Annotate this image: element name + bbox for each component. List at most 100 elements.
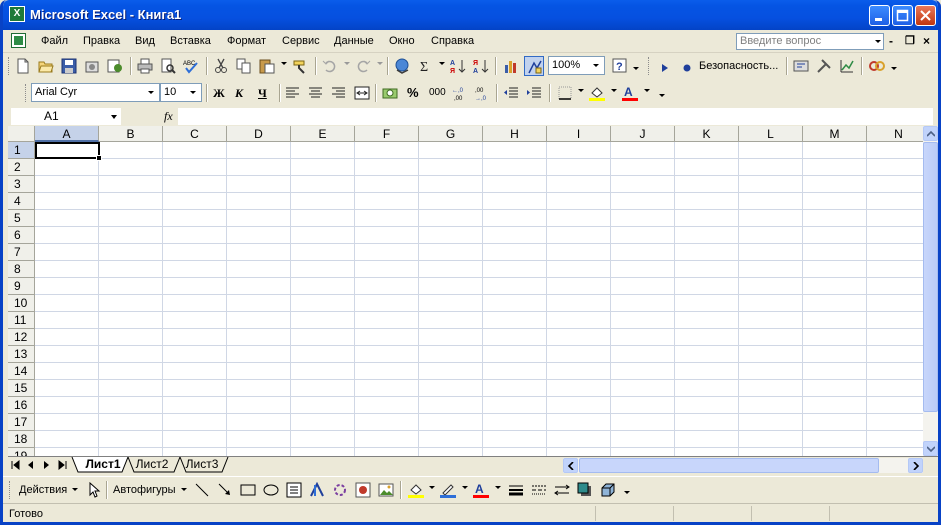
increase-decimal-icon[interactable]: ←,0,00: [450, 83, 470, 103]
row-header-3[interactable]: 3: [8, 176, 35, 193]
sheet-tab-2[interactable]: Лист2: [132, 457, 172, 473]
column-header-d[interactable]: D: [227, 126, 291, 142]
name-box[interactable]: A1: [11, 108, 121, 125]
undo-icon[interactable]: [320, 56, 340, 76]
row-header-10[interactable]: 10: [8, 295, 35, 312]
formula-input[interactable]: [178, 108, 933, 125]
column-header-e[interactable]: E: [291, 126, 355, 142]
open-icon[interactable]: [36, 56, 56, 76]
research-icon[interactable]: [867, 56, 887, 76]
fill-color-dropdown-icon[interactable]: [611, 89, 617, 92]
menu-insert[interactable]: Вставка: [170, 35, 211, 47]
control-toolbox-icon[interactable]: [791, 56, 811, 76]
menu-format[interactable]: Формат: [227, 35, 266, 47]
print-icon[interactable]: [135, 56, 155, 76]
autosum-dropdown-icon[interactable]: [439, 62, 445, 65]
doc-close-button[interactable]: ×: [923, 34, 930, 48]
font-size-select[interactable]: 10: [160, 83, 202, 102]
select-objects-icon[interactable]: [84, 480, 104, 500]
undo-dropdown-icon[interactable]: [344, 62, 350, 65]
diagram-icon[interactable]: [330, 480, 350, 500]
toolbar-options-icon-4[interactable]: [624, 491, 630, 494]
line-color-dropdown-icon[interactable]: [462, 486, 468, 489]
doc-restore-button[interactable]: ❐: [905, 34, 915, 47]
bold-button[interactable]: Ж: [213, 86, 225, 101]
menu-edit[interactable]: Правка: [83, 35, 120, 47]
row-header-4[interactable]: 4: [8, 193, 35, 210]
clipart-icon[interactable]: [353, 480, 373, 500]
menu-window[interactable]: Окно: [389, 35, 415, 47]
column-header-j[interactable]: J: [611, 126, 675, 142]
column-header-n[interactable]: N: [867, 126, 923, 142]
design-mode-icon[interactable]: [837, 56, 857, 76]
align-left-icon[interactable]: [283, 83, 303, 103]
sheet-tab-1[interactable]: Лист1: [80, 457, 126, 473]
title-bar[interactable]: X Microsoft Excel - Книга1: [3, 0, 938, 30]
column-header-m[interactable]: M: [803, 126, 867, 142]
row-header-7[interactable]: 7: [8, 244, 35, 261]
thousands-button[interactable]: 000: [429, 87, 446, 98]
worksheet-grid[interactable]: A B C D E F G H I J K L M N 1 2 3 4 5 6 7 8 9 10 11 12 13 14 15 16 17 1…: [8, 126, 923, 456]
draw-font-color-icon[interactable]: A: [471, 480, 491, 500]
email-icon[interactable]: [105, 56, 125, 76]
chart-wizard-icon[interactable]: [501, 56, 521, 76]
italic-button[interactable]: К: [235, 86, 243, 101]
help-icon[interactable]: ?: [610, 56, 630, 76]
font-name-select[interactable]: Arial Cyr: [31, 83, 160, 102]
picture-icon[interactable]: [376, 480, 396, 500]
first-sheet-icon[interactable]: [10, 459, 22, 471]
currency-icon[interactable]: [380, 83, 400, 103]
toolbar-grip[interactable]: [8, 57, 12, 75]
row-header-12[interactable]: 12: [8, 329, 35, 346]
scroll-left-button[interactable]: [563, 458, 578, 473]
wordart-icon[interactable]: [307, 480, 327, 500]
ask-question-dropdown-icon[interactable]: [875, 40, 881, 43]
percent-button[interactable]: %: [407, 85, 419, 100]
3d-style-icon[interactable]: [598, 480, 618, 500]
column-header-c[interactable]: C: [163, 126, 227, 142]
menu-tools[interactable]: Сервис: [282, 35, 320, 47]
underline-button[interactable]: Ч: [258, 86, 267, 101]
horizontal-scroll-thumb[interactable]: [579, 458, 879, 473]
draw-actions-button[interactable]: Действия: [19, 484, 67, 496]
arrow-style-icon[interactable]: [552, 480, 572, 500]
horizontal-scrollbar[interactable]: [563, 458, 923, 473]
row-header-19[interactable]: 19: [8, 448, 35, 456]
row-header-8[interactable]: 8: [8, 261, 35, 278]
row-header-13[interactable]: 13: [8, 346, 35, 363]
scroll-up-button[interactable]: [923, 126, 938, 141]
font-color-dropdown-icon[interactable]: [644, 89, 650, 92]
borders-icon[interactable]: [555, 83, 575, 103]
menu-file[interactable]: Файл: [41, 35, 68, 47]
security-button[interactable]: Безопасность...: [699, 60, 778, 72]
textbox-icon[interactable]: [284, 480, 304, 500]
toolbar-grip[interactable]: [9, 481, 13, 499]
play-icon[interactable]: [661, 64, 669, 72]
row-header-6[interactable]: 6: [8, 227, 35, 244]
insert-function-icon[interactable]: fx: [164, 109, 173, 124]
decrease-indent-icon[interactable]: [501, 83, 521, 103]
vertical-scrollbar[interactable]: [923, 126, 938, 456]
tools-icon[interactable]: [814, 56, 834, 76]
row-header-16[interactable]: 16: [8, 397, 35, 414]
arrow-icon[interactable]: [215, 480, 235, 500]
excel-app-icon[interactable]: X: [9, 6, 25, 22]
column-header-h[interactable]: H: [483, 126, 547, 142]
line-color-icon[interactable]: [438, 480, 458, 500]
column-header-a[interactable]: A: [35, 126, 99, 142]
format-painter-icon[interactable]: [290, 56, 310, 76]
doc-minimize-button[interactable]: -: [889, 34, 893, 48]
active-cell-a1[interactable]: [35, 142, 102, 161]
menu-help[interactable]: Справка: [431, 35, 474, 47]
align-right-icon[interactable]: [329, 83, 349, 103]
shadow-style-icon[interactable]: [575, 480, 595, 500]
toolbar-grip[interactable]: [25, 84, 29, 102]
toolbar-options-icon[interactable]: [633, 67, 639, 70]
spelling-icon[interactable]: ABC: [181, 56, 201, 76]
drawing-toggle-icon[interactable]: [524, 56, 544, 76]
prev-sheet-icon[interactable]: [25, 459, 37, 471]
maximize-button[interactable]: [892, 5, 913, 26]
line-icon[interactable]: [192, 480, 212, 500]
vertical-scroll-thumb[interactable]: [923, 142, 938, 412]
column-header-g[interactable]: G: [419, 126, 483, 142]
